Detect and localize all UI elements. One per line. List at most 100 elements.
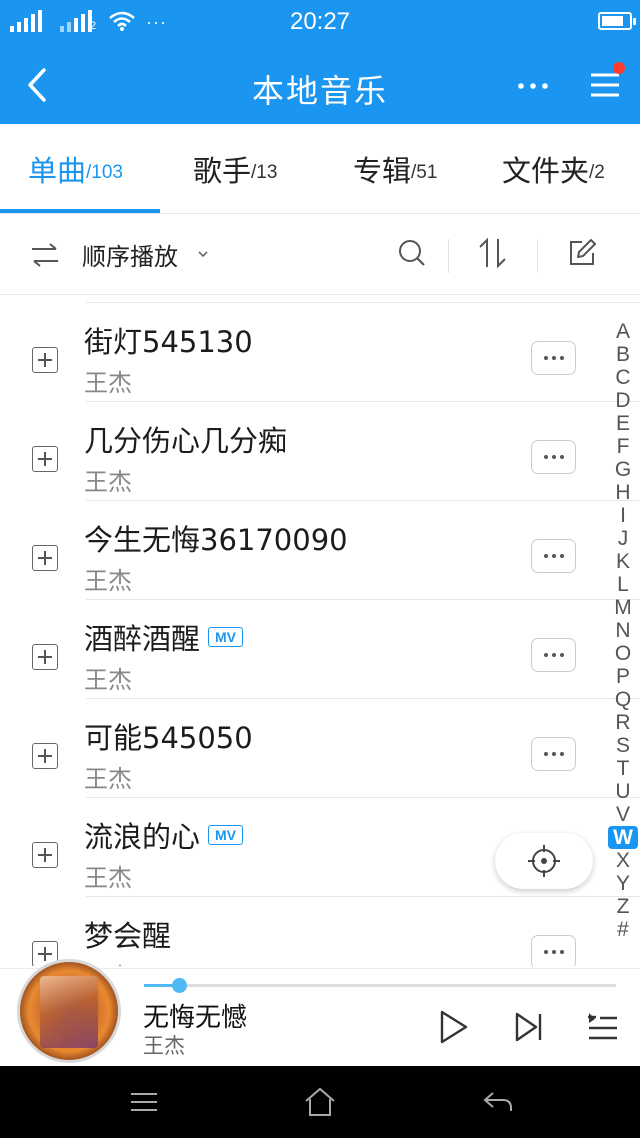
- sort-icon[interactable]: [476, 235, 510, 271]
- mv-badge[interactable]: MV: [208, 825, 244, 845]
- song-title-line: 酒醉酒醒 MV: [84, 616, 244, 658]
- status-time: 20:27: [289, 8, 351, 35]
- tab-count: /13: [251, 162, 278, 183]
- play-mode-button[interactable]: 顺序播放: [82, 237, 178, 272]
- index-letter[interactable]: G: [608, 458, 638, 481]
- index-letter[interactable]: W: [608, 826, 638, 849]
- chevron-down-icon[interactable]: [196, 249, 210, 259]
- song-row[interactable]: 可能545050 王杰: [0, 699, 640, 798]
- shuffle-icon[interactable]: [28, 241, 62, 269]
- index-letter[interactable]: O: [608, 642, 638, 665]
- index-letter[interactable]: K: [608, 550, 638, 573]
- more-dots-icon[interactable]: [531, 737, 576, 771]
- now-playing-title: 无悔无憾: [143, 1003, 248, 1033]
- song-row[interactable]: 梦会醒王杰: [0, 897, 640, 966]
- progress-track[interactable]: [144, 984, 616, 987]
- app-header: 本地音乐: [0, 46, 640, 124]
- song-artist: 王杰: [84, 468, 132, 496]
- tab-label: 专辑: [353, 154, 412, 188]
- index-letter[interactable]: Q: [608, 688, 638, 711]
- add-icon[interactable]: [32, 644, 58, 670]
- tab-artists[interactable]: 歌手 /13: [193, 124, 277, 214]
- add-icon[interactable]: [32, 842, 58, 868]
- song-title: 今生无悔36170090: [84, 523, 348, 557]
- back-icon[interactable]: [14, 60, 64, 110]
- list-toolbar: 顺序播放: [0, 215, 640, 295]
- add-icon[interactable]: [32, 743, 58, 769]
- index-letter[interactable]: A: [608, 320, 638, 343]
- song-title-line: 街灯545130: [84, 319, 253, 361]
- system-nav-bar: [0, 1066, 640, 1138]
- index-letter[interactable]: S: [608, 734, 638, 757]
- song-artist: 王杰: [84, 369, 132, 397]
- song-title: 街灯545130: [84, 325, 253, 359]
- back-arrow-icon[interactable]: [481, 1086, 515, 1118]
- index-letter[interactable]: #: [608, 918, 638, 941]
- more-dots-icon[interactable]: [531, 440, 576, 474]
- battery-icon: [598, 12, 636, 30]
- index-letter[interactable]: C: [608, 366, 638, 389]
- search-icon[interactable]: [396, 237, 428, 269]
- more-dots-icon[interactable]: [531, 341, 576, 375]
- more-dots-icon[interactable]: [531, 638, 576, 672]
- add-icon[interactable]: [32, 446, 58, 472]
- index-letter[interactable]: X: [608, 849, 638, 872]
- tab-folders[interactable]: 文件夹 /2: [502, 124, 605, 214]
- alphabet-index[interactable]: A B C D E F G H I J K L M N O P Q R S T U V W X Y Z #: [608, 320, 638, 941]
- play-icon[interactable]: [434, 1007, 472, 1047]
- song-artist: 王杰: [84, 765, 132, 793]
- tab-songs[interactable]: 单曲 /103: [28, 124, 123, 214]
- notification-dot: [613, 62, 625, 74]
- song-title: 梦会醒: [84, 919, 172, 953]
- index-letter[interactable]: J: [608, 527, 638, 550]
- more-dots-icon[interactable]: [531, 539, 576, 573]
- song-title-line: 梦会醒: [84, 913, 171, 955]
- edit-icon[interactable]: [566, 237, 598, 269]
- index-letter[interactable]: P: [608, 665, 638, 688]
- tab-label: 单曲: [28, 154, 87, 188]
- toolbar-divider: [537, 239, 538, 273]
- song-row[interactable]: 酒醉酒醒 MV 王杰: [0, 600, 640, 699]
- tab-albums[interactable]: 专辑 /51: [353, 124, 437, 214]
- tab-count: /103: [86, 162, 123, 183]
- index-letter[interactable]: B: [608, 343, 638, 366]
- mv-badge[interactable]: MV: [208, 627, 244, 647]
- index-letter[interactable]: Y: [608, 872, 638, 895]
- tab-count: /51: [411, 162, 438, 183]
- locate-current-button[interactable]: [495, 833, 593, 889]
- song-title: 流浪的心: [84, 820, 201, 854]
- index-letter[interactable]: T: [608, 757, 638, 780]
- song-title-line: 可能545050: [84, 715, 253, 757]
- index-letter[interactable]: U: [608, 780, 638, 803]
- song-title-line: 流浪的心 MV: [84, 814, 244, 856]
- locate-icon: [528, 845, 560, 877]
- index-letter[interactable]: Z: [608, 895, 638, 918]
- next-icon[interactable]: [511, 1009, 547, 1045]
- index-letter[interactable]: R: [608, 711, 638, 734]
- more-icon[interactable]: [505, 66, 561, 106]
- index-letter[interactable]: I: [608, 504, 638, 527]
- album-art[interactable]: [17, 959, 121, 1063]
- index-letter[interactable]: E: [608, 412, 638, 435]
- index-letter[interactable]: H: [608, 481, 638, 504]
- index-letter[interactable]: M: [608, 596, 638, 619]
- more-dots-icon[interactable]: [531, 935, 576, 966]
- nav-menu-icon[interactable]: [128, 1086, 160, 1118]
- index-letter[interactable]: V: [608, 803, 638, 826]
- song-row[interactable]: 今生无悔36170090 王杰: [0, 501, 640, 600]
- song-row[interactable]: 几分伤心几分痴 王杰: [0, 402, 640, 501]
- add-icon[interactable]: [32, 347, 58, 373]
- song-title: 几分伤心几分痴: [84, 424, 288, 458]
- toolbar-divider: [448, 239, 449, 273]
- song-row[interactable]: 街灯545130 王杰: [0, 303, 640, 402]
- song-title-line: 几分伤心几分痴: [84, 418, 287, 460]
- category-tabs: 单曲 /103 歌手 /13 专辑 /51 文件夹 /2: [0, 124, 640, 214]
- index-letter[interactable]: F: [608, 435, 638, 458]
- add-icon[interactable]: [32, 545, 58, 571]
- home-icon[interactable]: [303, 1086, 337, 1118]
- index-letter[interactable]: L: [608, 573, 638, 596]
- index-letter[interactable]: D: [608, 389, 638, 412]
- playlist-icon[interactable]: [586, 1011, 620, 1045]
- progress-knob[interactable]: [172, 978, 188, 993]
- index-letter[interactable]: N: [608, 619, 638, 642]
